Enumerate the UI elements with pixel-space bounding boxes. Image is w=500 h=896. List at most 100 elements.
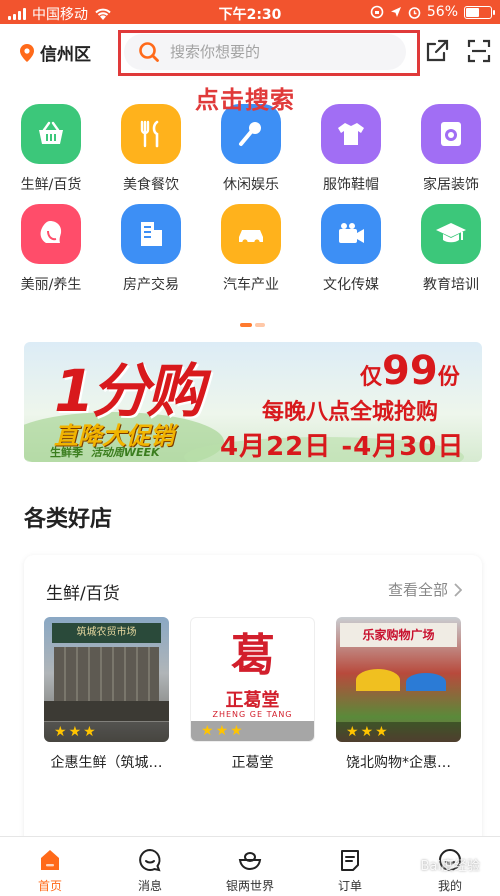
category-item[interactable]: 汽车产业 (201, 204, 301, 294)
rotation-lock-icon (370, 5, 384, 19)
fork-knife-icon (121, 104, 181, 164)
shop-sign: 乐家购物广场 (340, 623, 457, 647)
banner-date-range: 4月22日 -4月30日 (220, 432, 465, 462)
silver-ingot-icon (238, 852, 262, 871)
alarm-icon (408, 6, 421, 19)
promo-banner[interactable]: 1分购 直降大促销 生鲜季 活动周WEEK 仅99份 每晚八点全城抢购 4月22… (24, 342, 482, 462)
category-item[interactable]: 生鲜/百货 (1, 104, 101, 194)
star-icon: ★ (346, 724, 359, 740)
battery-icon (464, 5, 495, 19)
card-title: 生鲜/百货 (46, 584, 120, 604)
city-selector[interactable]: 信州区 (20, 40, 91, 65)
search-annotation: 点击搜索 (195, 86, 295, 114)
tab-home[interactable]: 首页 (0, 837, 100, 896)
rating-stars: ★ ★ ★ (44, 722, 169, 742)
shop-item[interactable]: 筑城农贸市场 ★ ★ ★ 企惠生鲜（筑城… (44, 617, 169, 772)
star-icon: ★ (360, 724, 374, 740)
car-icon (221, 204, 281, 264)
woman-face-icon (21, 204, 81, 264)
category-item[interactable]: 美食餐饮 (101, 104, 201, 194)
location-pin-icon (20, 43, 34, 62)
shop-logo-glyph: 葛 (231, 630, 275, 681)
washer-icon (421, 104, 481, 164)
star-icon: ★ (230, 723, 243, 739)
shop-sign: 筑城农贸市场 (52, 623, 161, 643)
page-indicator (240, 323, 265, 327)
star-icon: ★ (215, 723, 229, 739)
category-label: 生鲜/百货 (20, 177, 82, 193)
category-label: 汽车产业 (223, 277, 279, 293)
offer-prefix: 仅 (360, 365, 383, 390)
shop-thumbnail: 葛 正葛堂 ZHENG GE TANG ★ ★ ★ (190, 617, 315, 742)
tab-label: 我的 (437, 879, 462, 893)
category-item[interactable]: 休闲娱乐 (201, 104, 301, 194)
search-bar[interactable] (124, 34, 406, 70)
tab-label: 银两世界 (225, 879, 274, 893)
section-title: 各类好店 (24, 507, 113, 532)
battery-percent: 56% (426, 4, 458, 20)
tab-messages[interactable]: 消息 (100, 837, 200, 896)
banner-tag: 生鲜季 (50, 446, 83, 459)
top-bar: 信州区 (0, 24, 500, 80)
star-icon: ★ (83, 724, 96, 740)
category-label: 休闲娱乐 (223, 177, 279, 193)
message-icon (139, 848, 161, 872)
view-all-label: 查看全部 (387, 581, 448, 599)
category-label: 美丽/养生 (20, 277, 82, 293)
graduation-cap-icon (421, 204, 481, 264)
star-icon: ★ (375, 724, 388, 740)
building-icon (121, 204, 181, 264)
category-label: 房产交易 (123, 277, 179, 293)
search-input[interactable] (170, 43, 390, 61)
category-label: 美食餐饮 (123, 177, 179, 193)
shop-item[interactable]: 葛 正葛堂 ZHENG GE TANG ★ ★ ★ 正葛堂 (190, 617, 315, 772)
status-right: 56% (370, 4, 495, 20)
offer-number: 99 (382, 348, 438, 394)
shop-item[interactable]: 乐家购物广场 ★ ★ ★ 饶北购物*企惠… (336, 617, 461, 772)
category-label: 教育培训 (423, 277, 479, 293)
tab-silver-world[interactable]: 银两世界 (200, 837, 300, 896)
category-item[interactable]: 美丽/养生 (1, 204, 101, 294)
banner-offer-line: 每晚八点全城抢购 (262, 400, 439, 425)
search-icon (139, 42, 159, 62)
location-arrow-icon (390, 7, 401, 17)
category-label: 服饰鞋帽 (323, 177, 379, 193)
category-item[interactable]: 服饰鞋帽 (301, 104, 401, 194)
shop-sign: 正葛堂 (225, 690, 280, 711)
bottom-tab-bar: 首页 消息 银两世界 订单 我的 Bai度经验 (0, 836, 500, 896)
view-all-link[interactable]: 查看全部 (388, 579, 462, 600)
camera-icon (321, 204, 381, 264)
star-icon: ★ (68, 724, 82, 740)
tshirt-icon (321, 104, 381, 164)
shop-thumbnail: 筑城农贸市场 ★ ★ ★ (44, 617, 169, 742)
shop-category-card: 生鲜/百货 查看全部 筑城农贸市场 ★ ★ ★ 企惠生鲜（筑城… 葛 正葛堂 ZHE… (24, 555, 482, 855)
tab-orders[interactable]: 订单 (300, 837, 400, 896)
star-icon: ★ (54, 724, 67, 740)
shop-thumbnail: 乐家购物广场 ★ ★ ★ (336, 617, 461, 742)
tab-label: 首页 (37, 879, 62, 893)
shop-name: 企惠生鲜（筑城… (50, 755, 163, 771)
tab-label: 消息 (137, 879, 162, 893)
scan-icon[interactable] (466, 38, 492, 64)
tab-label: 订单 (337, 879, 362, 893)
offer-suffix: 份 (437, 365, 460, 390)
chevron-right-icon (454, 582, 462, 597)
shop-name: 饶北购物*企惠… (346, 755, 451, 771)
shop-name: 正葛堂 (231, 755, 274, 771)
category-item[interactable]: 文化传媒 (301, 204, 401, 294)
category-item[interactable]: 教育培训 (401, 204, 500, 294)
category-label: 家居装饰 (423, 177, 479, 193)
category-label: 文化传媒 (323, 277, 379, 293)
watermark: Bai度经验 (420, 859, 481, 874)
rating-stars: ★ ★ ★ (191, 721, 314, 741)
banner-tag2: 活动周WEEK (90, 446, 160, 459)
category-item[interactable]: 房产交易 (101, 204, 201, 294)
category-item[interactable]: 家居装饰 (401, 104, 500, 194)
star-icon: ★ (201, 723, 214, 739)
shop-sign-sub: ZHENG GE TANG (212, 710, 293, 719)
home-content: 生鲜/百货 美食餐饮 休闲娱乐 服饰鞋帽 家居装饰美丽/养生 房产交易 汽车产业 文化传媒 教育… (0, 80, 500, 896)
home-icon (41, 850, 59, 870)
city-label: 信州区 (40, 45, 91, 65)
share-icon[interactable] (424, 38, 450, 64)
order-list-icon (341, 850, 359, 871)
